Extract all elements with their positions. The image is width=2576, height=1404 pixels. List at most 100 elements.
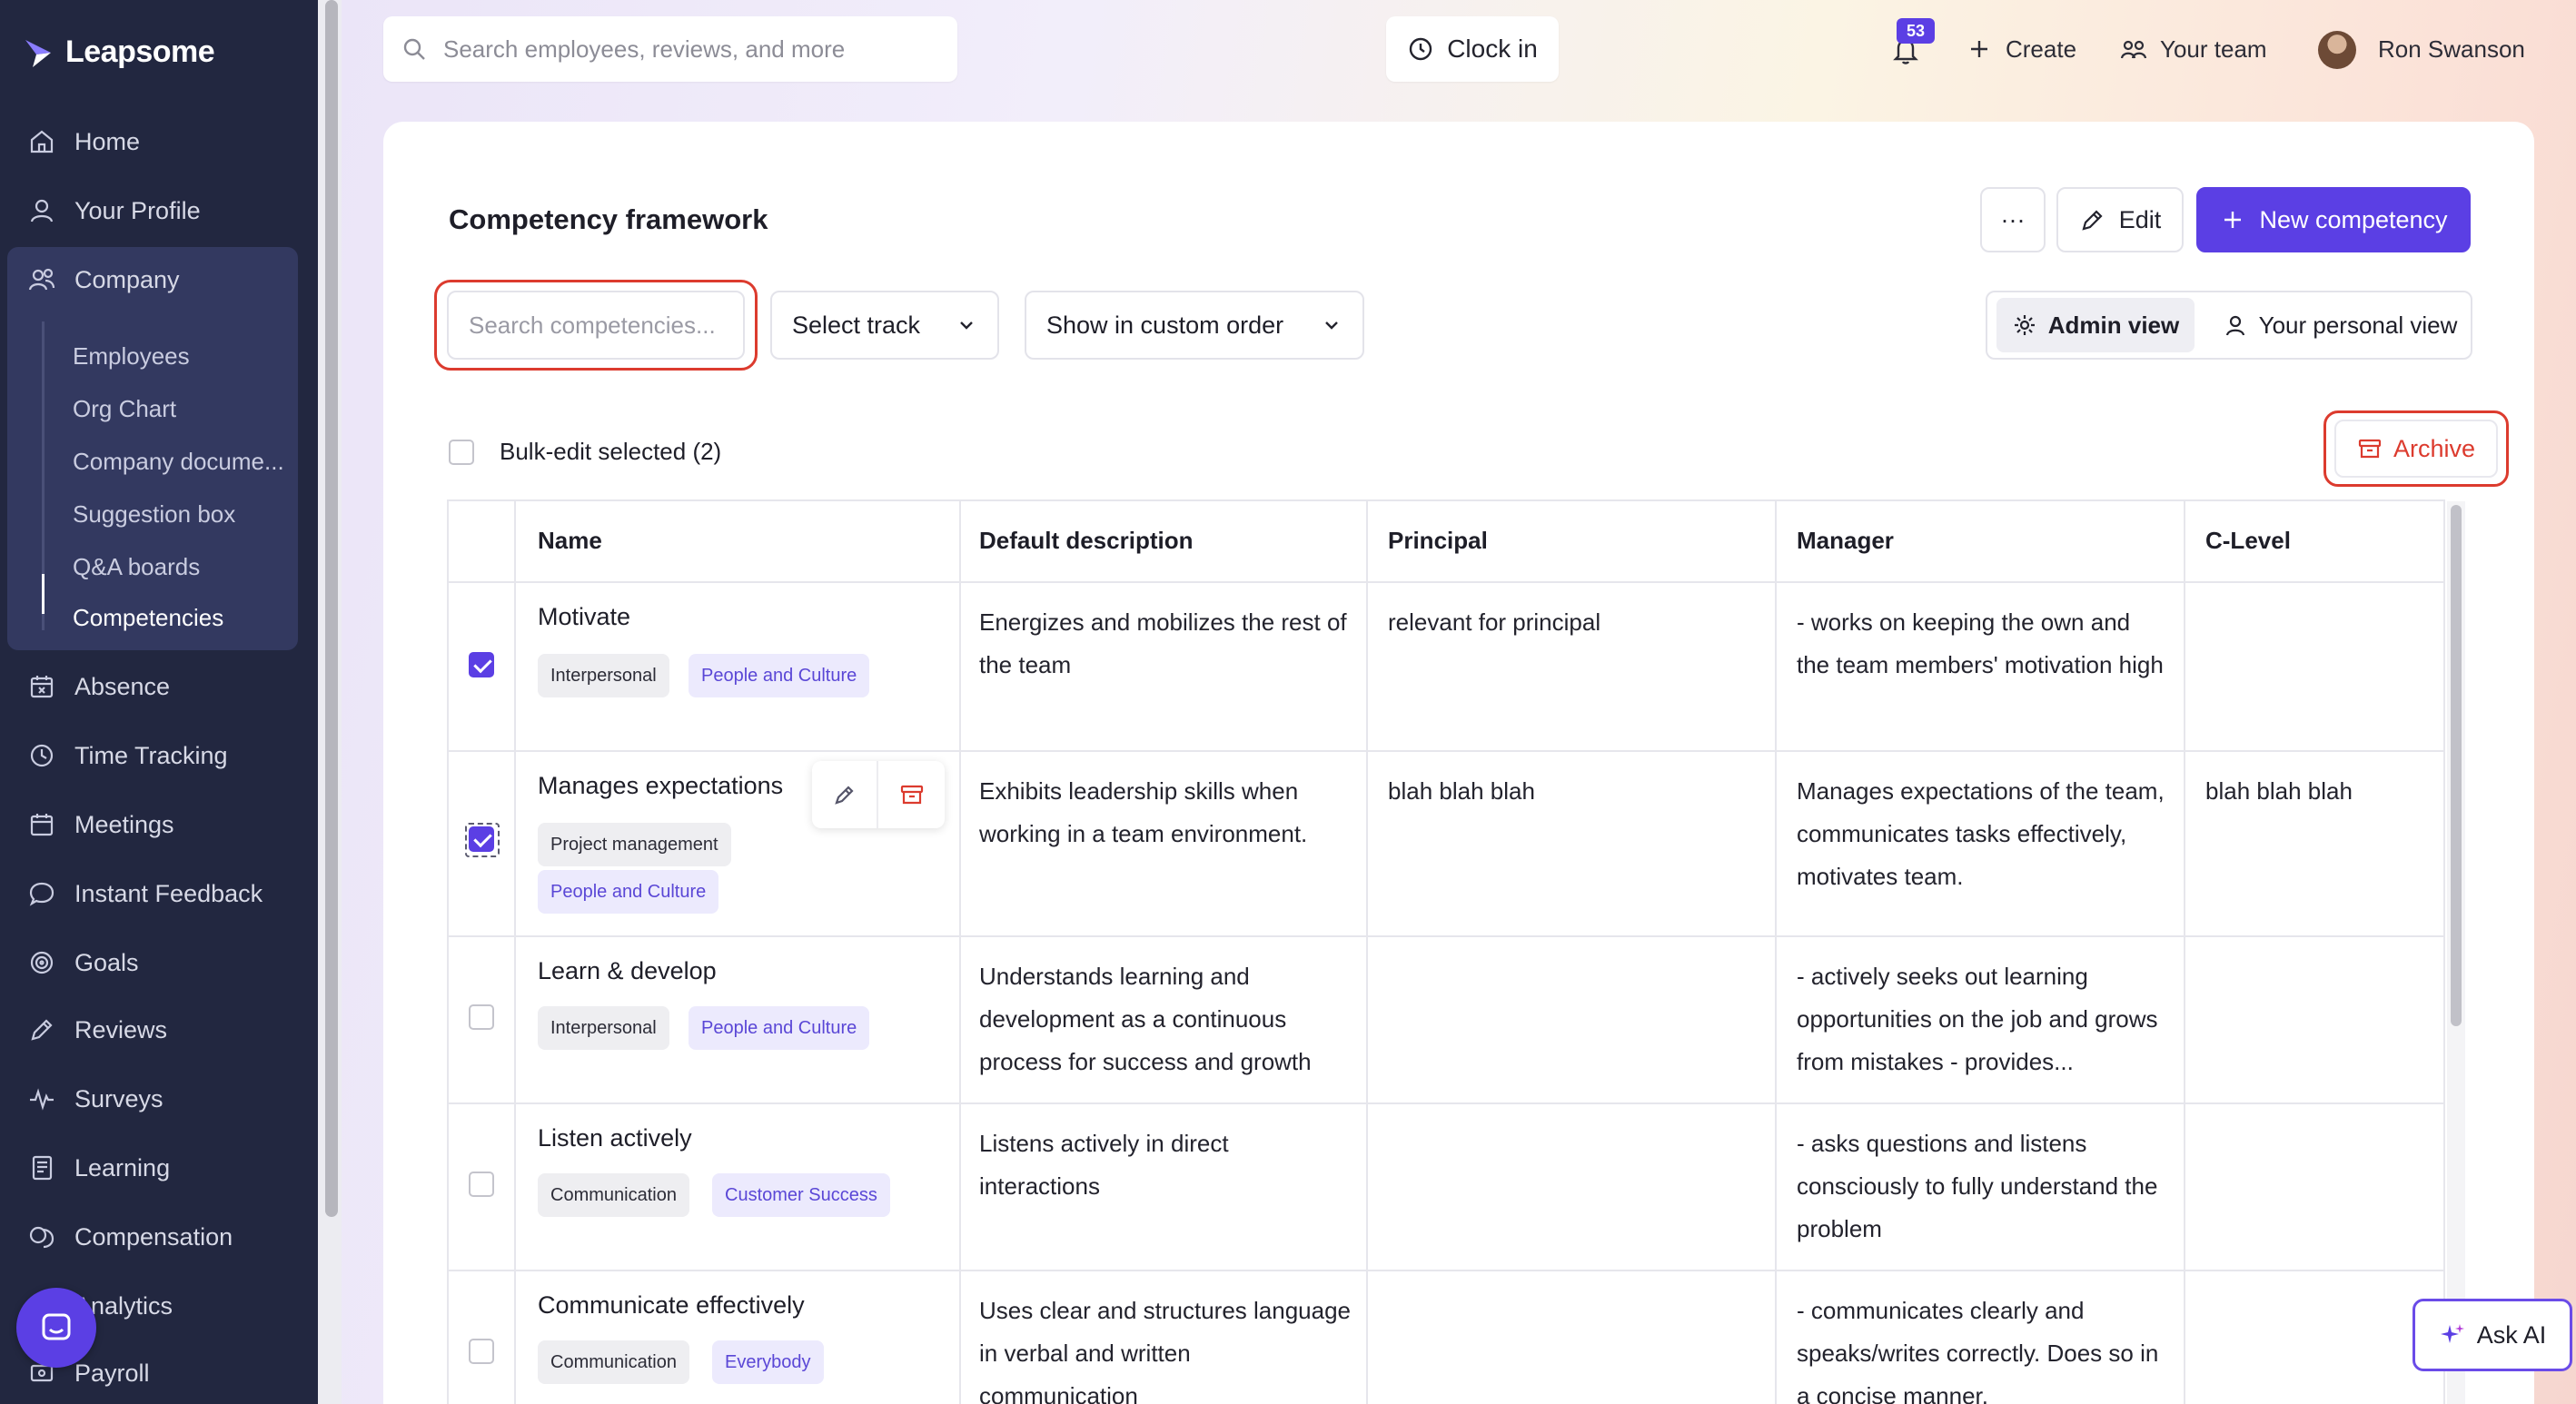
edit-button[interactable]: Edit: [2056, 187, 2184, 252]
sidebar-subitem-suggestion-box[interactable]: Suggestion box: [73, 496, 235, 532]
select-track-dropdown[interactable]: Select track: [770, 291, 999, 360]
sidebar-item-goals[interactable]: Goals: [27, 941, 139, 984]
pulse-icon: [30, 1088, 54, 1111]
competency-name[interactable]: Listen actively: [538, 1124, 692, 1152]
sidebar-subitem-qa-boards[interactable]: Q&A boards: [73, 549, 200, 585]
gear-icon: [2014, 315, 2035, 335]
principal-description: relevant for principal: [1388, 608, 1601, 636]
manager-description: - actively seeks out learning opportunit…: [1797, 963, 2158, 1075]
pencil-icon: [834, 786, 854, 805]
sidebar-subitem-competencies[interactable]: Competencies: [73, 599, 223, 636]
default-description: Uses clear and structures language in ve…: [979, 1297, 1352, 1404]
sidebar-item-meetings[interactable]: Meetings: [27, 803, 174, 846]
row-archive-button[interactable]: [878, 761, 945, 828]
column-header-principal[interactable]: Principal: [1388, 527, 1488, 555]
clock-icon: [1410, 37, 1432, 61]
home-icon: [30, 130, 54, 153]
calendar-x-icon: [30, 676, 54, 698]
sidebar-item-company[interactable]: Company: [27, 258, 180, 302]
row-checkbox-learn-develop[interactable]: [469, 1004, 494, 1030]
checkbox-focus-ring: [465, 823, 500, 857]
competency-name[interactable]: Manages expectations: [538, 772, 783, 800]
user-avatar[interactable]: [2318, 31, 2356, 69]
brand-name: Leapsome: [65, 35, 215, 69]
notification-count-badge: 53: [1897, 18, 1935, 44]
tag: Communication: [538, 1173, 689, 1217]
new-competency-button[interactable]: New competency: [2196, 187, 2471, 252]
user-icon: [30, 199, 54, 222]
bulk-edit-label: Bulk-edit selected (2): [500, 438, 722, 465]
principal-description: blah blah blah: [1388, 777, 1535, 805]
global-search[interactable]: [383, 16, 957, 82]
sidebar-item-your-profile[interactable]: Your Profile: [27, 189, 201, 232]
create-button[interactable]: Create: [1966, 27, 2076, 71]
sidebar-item-home[interactable]: Home: [27, 120, 140, 163]
column-header-manager[interactable]: Manager: [1797, 527, 1894, 555]
competency-name[interactable]: Learn & develop: [538, 957, 717, 985]
sidebar-subitem-org-chart[interactable]: Org Chart: [73, 391, 176, 427]
your-team-button[interactable]: Your team: [2120, 27, 2267, 71]
sparkle-icon: [2440, 1324, 2464, 1343]
column-header-c-level[interactable]: C-Level: [2205, 527, 2291, 555]
table-scrollbar-thumb[interactable]: [2451, 505, 2462, 1026]
target-icon: [30, 951, 54, 974]
brand-logo[interactable]: Leapsome: [24, 35, 215, 70]
column-header-default-description[interactable]: Default description: [979, 527, 1193, 555]
tag: People and Culture: [689, 1006, 870, 1050]
order-dropdown[interactable]: Show in custom order: [1025, 291, 1364, 360]
competency-table: Name Default description Principal Manag…: [447, 499, 2445, 1404]
default-description: Exhibits leadership skills when working …: [979, 777, 1308, 847]
bulk-select-checkbox[interactable]: [449, 440, 474, 465]
sidebar-subitem-employees[interactable]: Employees: [73, 338, 190, 374]
personal-view-tab[interactable]: Your personal view: [2213, 298, 2467, 352]
manager-description: - asks questions and listens consciously…: [1797, 1130, 2158, 1242]
page-title: Competency framework: [449, 203, 768, 235]
clock-in-button[interactable]: Clock in: [1386, 16, 1559, 82]
tag: Customer Success: [712, 1173, 890, 1217]
sidebar-item-instant-feedback[interactable]: Instant Feedback: [27, 872, 263, 915]
tag: Everybody: [712, 1340, 824, 1384]
sidebar-item-compensation[interactable]: Compensation: [27, 1215, 233, 1259]
message-icon: [29, 882, 54, 906]
row-edit-button[interactable]: [812, 761, 878, 828]
company-section: Employees Org Chart Company docume... Su…: [7, 247, 298, 650]
default-description: Listens actively in direct interactions: [979, 1130, 1229, 1200]
sidebar-scrollbar-thumb[interactable]: [325, 0, 338, 1217]
chat-icon: [42, 1313, 71, 1340]
c-level-description: blah blah blah: [2205, 777, 2353, 805]
competency-name[interactable]: Motivate: [538, 603, 630, 631]
pencil-icon: [2082, 210, 2103, 231]
team-icon: [2120, 40, 2147, 59]
clock-icon: [30, 744, 54, 767]
global-search-input[interactable]: [443, 35, 934, 64]
sidebar-subitem-company-documents[interactable]: Company docume...: [73, 443, 284, 480]
row-checkbox-motivate[interactable]: [469, 652, 494, 677]
archive-button[interactable]: Archive: [2334, 420, 2498, 478]
archive-icon: [900, 785, 923, 805]
column-header-name[interactable]: Name: [538, 527, 602, 555]
plus-icon: [1971, 41, 1987, 57]
sidebar-item-learning[interactable]: Learning: [27, 1146, 170, 1190]
support-chat-button[interactable]: [16, 1288, 96, 1368]
more-options-button[interactable]: ···: [1980, 187, 2046, 252]
competency-search-input[interactable]: [447, 291, 745, 360]
manager-description: Manages expectations of the team, commun…: [1797, 777, 2165, 890]
archive-icon: [2358, 439, 2382, 459]
sidebar-item-absence[interactable]: Absence: [27, 665, 170, 708]
book-icon: [32, 1155, 53, 1181]
sidebar-item-reviews[interactable]: Reviews: [27, 1008, 167, 1052]
competency-name[interactable]: Communicate effectively: [538, 1291, 805, 1320]
ask-ai-button[interactable]: Ask AI: [2413, 1299, 2572, 1371]
tag: People and Culture: [538, 870, 719, 914]
admin-view-tab[interactable]: Admin view: [1996, 298, 2195, 352]
chevron-down-icon: [1325, 321, 1338, 330]
row-checkbox-communicate-effectively[interactable]: [469, 1339, 494, 1364]
manager-description: - works on keeping the own and the team …: [1797, 608, 2164, 678]
coins-icon: [29, 1226, 54, 1249]
user-menu[interactable]: Ron Swanson: [2378, 27, 2525, 71]
row-actions-popover: [812, 761, 945, 828]
sidebar-item-time-tracking[interactable]: Time Tracking: [27, 734, 228, 777]
sidebar-item-surveys[interactable]: Surveys: [27, 1077, 163, 1121]
row-checkbox-listen-actively[interactable]: [469, 1172, 494, 1197]
leapsome-logo-icon: [25, 39, 51, 67]
